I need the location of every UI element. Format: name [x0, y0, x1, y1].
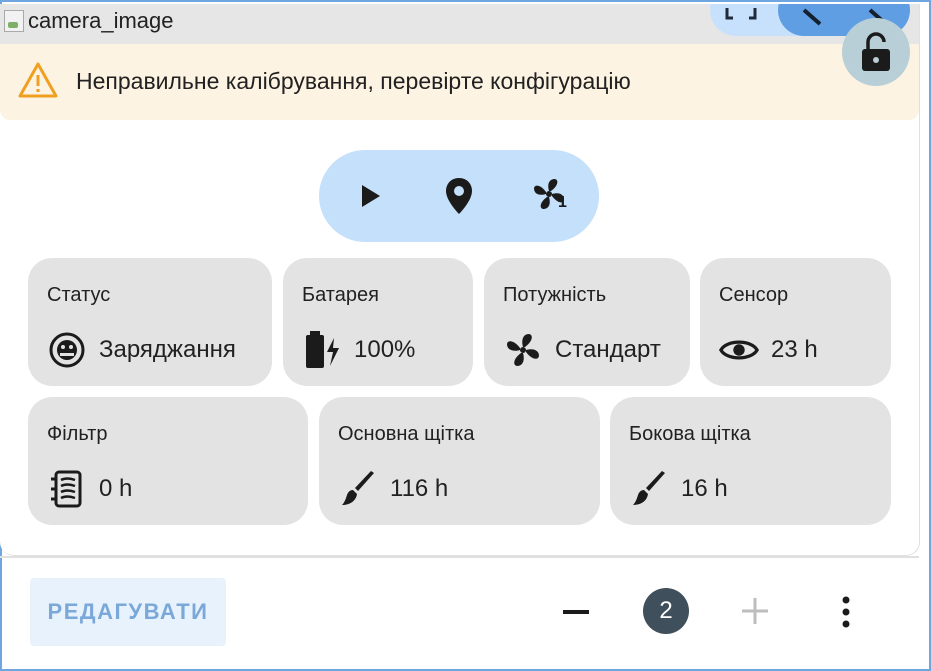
- tile-value: Заряджання: [99, 336, 236, 363]
- map-marker-icon: [446, 178, 472, 214]
- lock-open-icon: [862, 32, 890, 71]
- tile-battery[interactable]: Батарея 100%: [283, 258, 473, 386]
- tile-label: Потужність: [503, 284, 607, 306]
- zoom-out-icon: [802, 8, 822, 26]
- tile-value: 100%: [354, 336, 416, 363]
- tile-side-brush[interactable]: Бокова щітка 16 h: [610, 397, 891, 525]
- edit-button[interactable]: РЕДАГУВАТИ: [30, 578, 226, 646]
- play-icon: [362, 185, 380, 207]
- tile-value: 16 h: [681, 475, 728, 502]
- vacuum-controls: 1: [319, 150, 599, 242]
- eye-icon: [719, 330, 759, 370]
- fan-speed-button[interactable]: 1: [531, 176, 571, 216]
- tile-value-row: Заряджання: [47, 330, 236, 370]
- zoom-out-button[interactable]: [798, 6, 832, 30]
- tile-value: 23 h: [771, 336, 818, 363]
- tile-label: Батарея: [302, 284, 379, 306]
- fan-icon: [503, 330, 543, 370]
- fullscreen-button[interactable]: [724, 8, 758, 28]
- tile-label: Статус: [47, 284, 111, 306]
- tile-value: 116 h: [390, 475, 449, 502]
- camera-image: camera_image: [0, 4, 919, 44]
- locate-button[interactable]: [439, 176, 479, 216]
- brush-icon: [338, 469, 378, 509]
- tile-sensor[interactable]: Сенсор 23 h: [700, 258, 891, 386]
- broken-image-icon: [4, 10, 24, 32]
- more-menu-button[interactable]: [834, 594, 858, 630]
- warning-text: Неправильне калібрування, перевірте конф…: [76, 68, 631, 94]
- count-badge: 2: [643, 588, 689, 634]
- tile-main-brush[interactable]: Основна щітка 116 h: [319, 397, 600, 525]
- fullscreen-icon: [725, 8, 757, 20]
- start-button[interactable]: [349, 176, 389, 216]
- tile-value-row: 116 h: [338, 469, 448, 509]
- tile-power[interactable]: Потужність Стандарт: [484, 258, 690, 386]
- tile-label: Сенсор: [719, 284, 789, 306]
- battery-charging-icon: [302, 330, 342, 370]
- robot-vacuum-icon: [47, 330, 87, 370]
- tile-filter[interactable]: Фільтр 0 h: [28, 397, 308, 525]
- tile-value-row: 16 h: [629, 469, 728, 509]
- vacuum-card: camera_image Неправильне калібрування, п…: [0, 4, 920, 556]
- plus-icon: [742, 598, 768, 624]
- more-vert-icon: [842, 596, 850, 628]
- fan-speed-badge: 1: [558, 194, 567, 211]
- tile-label: Основна щітка: [338, 423, 475, 445]
- camera-alt: camera_image: [4, 8, 174, 34]
- tile-value-row: 100%: [302, 330, 415, 370]
- tile-label: Бокова щітка: [629, 423, 751, 445]
- tile-value-row: Стандарт: [503, 330, 661, 370]
- footer-divider: [0, 556, 919, 558]
- tile-label: Фільтр: [47, 423, 108, 445]
- tile-value: Стандарт: [555, 336, 661, 363]
- decrease-button[interactable]: [560, 596, 592, 628]
- filter-icon: [47, 469, 87, 509]
- camera-alt-text: camera_image: [28, 8, 174, 33]
- warning-icon: [18, 62, 58, 98]
- calibration-warning: Неправильне калібрування, перевірте конф…: [0, 44, 919, 120]
- tile-status[interactable]: Статус Заряджання: [28, 258, 272, 386]
- increase-button[interactable]: [738, 594, 772, 628]
- lock-button[interactable]: [842, 18, 910, 86]
- brush-icon: [629, 469, 669, 509]
- tile-value-row: 23 h: [719, 330, 818, 370]
- minus-icon: [563, 610, 589, 614]
- tile-value: 0 h: [99, 475, 133, 502]
- tile-value-row: 0 h: [47, 469, 132, 509]
